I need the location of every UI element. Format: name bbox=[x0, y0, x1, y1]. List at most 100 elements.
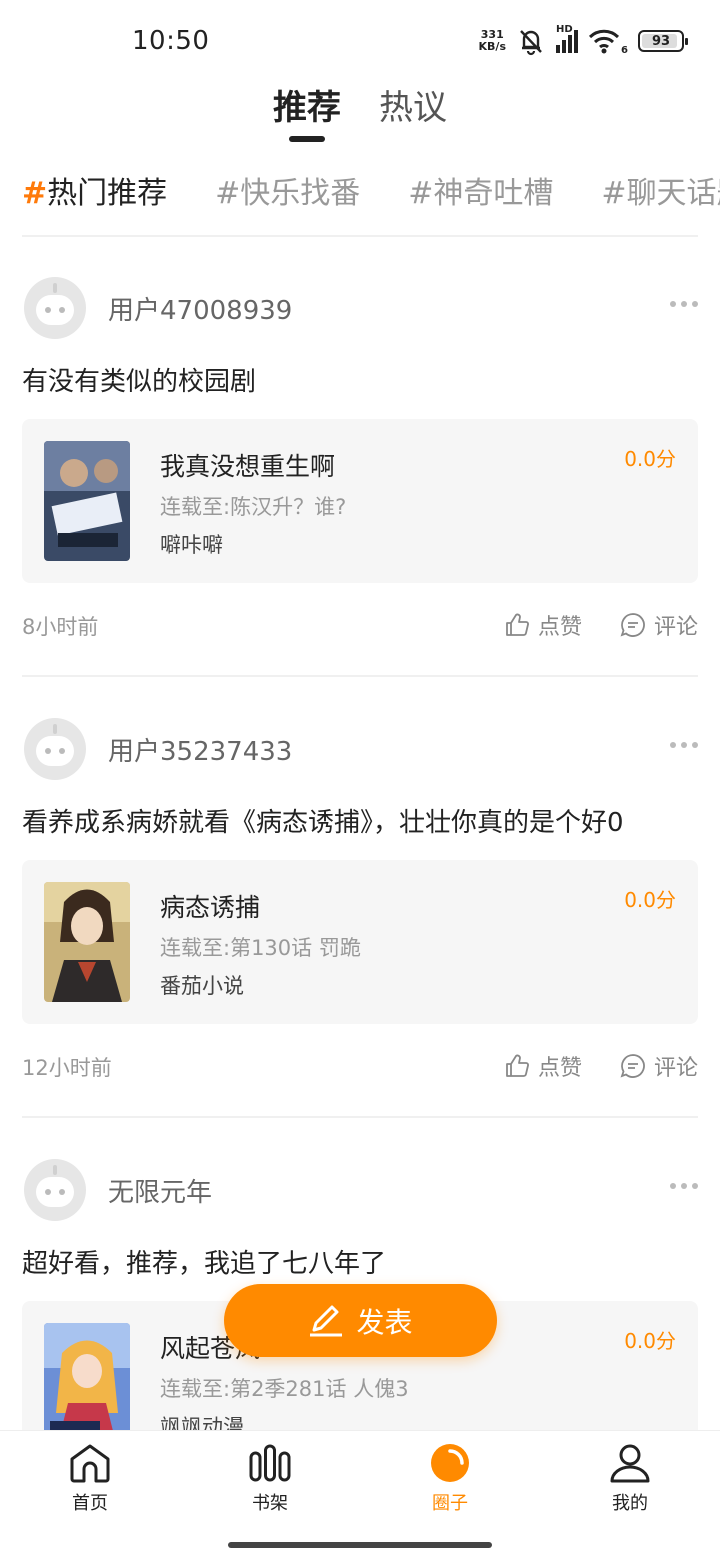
nav-profile[interactable]: 我的 bbox=[570, 1443, 690, 1515]
comment-icon bbox=[620, 613, 645, 637]
avatar[interactable] bbox=[24, 718, 86, 780]
topic-hot-recommend[interactable]: #热门推荐 bbox=[22, 168, 167, 218]
topic-label: 神奇吐槽 bbox=[433, 176, 554, 211]
post-feed[interactable]: 用户47008939 有没有类似的校园剧 我真没想重生啊 连载至:陈汉升？谁? … bbox=[0, 237, 720, 1430]
circle-icon bbox=[431, 1444, 469, 1482]
book-cover bbox=[44, 441, 130, 561]
avatar[interactable] bbox=[24, 1159, 86, 1221]
nav-circle-label: 圈子 bbox=[432, 1493, 468, 1514]
post-time: 12小时前 bbox=[22, 1056, 112, 1080]
divider bbox=[22, 1116, 698, 1118]
post-text: 有没有类似的校园剧 bbox=[22, 367, 257, 397]
book-cover bbox=[44, 882, 130, 1002]
avatar-face bbox=[36, 295, 74, 325]
more-options-icon[interactable] bbox=[670, 742, 698, 748]
avatar-face bbox=[36, 736, 74, 766]
hash-symbol: # bbox=[22, 176, 48, 211]
avatar-antenna bbox=[53, 283, 57, 293]
avatar-eye bbox=[45, 748, 51, 754]
topic-label: 热门推荐 bbox=[47, 176, 168, 211]
thumbs-up-icon bbox=[506, 613, 529, 636]
avatar-face bbox=[36, 1177, 74, 1207]
tab-recommend-label: 推荐 bbox=[273, 88, 341, 128]
comment-label: 评论 bbox=[653, 615, 698, 640]
post-footer: 8小时前 点赞 评论 bbox=[22, 611, 698, 641]
post-actions: 点赞 评论 bbox=[504, 1050, 698, 1082]
book-card[interactable]: 病态诱捕 连载至:第130话 罚跪 番茄小说 0.0分 bbox=[22, 860, 698, 1024]
comment-icon bbox=[620, 1054, 645, 1078]
status-time: 10:50 bbox=[132, 26, 210, 56]
topic-chat[interactable]: #聊天话题 bbox=[601, 168, 720, 218]
status-icons: 331 KB/s HD 6 93 bbox=[479, 24, 688, 56]
profile-icon bbox=[610, 1444, 650, 1483]
topic-label: 聊天话题 bbox=[626, 176, 720, 211]
comment-button[interactable]: 评论 bbox=[620, 609, 698, 641]
like-button[interactable]: 点赞 bbox=[504, 1050, 582, 1082]
top-tabs: 推荐 热议 bbox=[0, 78, 720, 148]
tab-hot-discussion-label: 热议 bbox=[379, 88, 447, 128]
book-source: 番茄小说 bbox=[160, 974, 244, 998]
wifi-level: 6 bbox=[621, 45, 628, 56]
nav-bookshelf-label: 书架 bbox=[252, 1493, 288, 1514]
bookshelf-icon bbox=[249, 1444, 291, 1482]
hash-symbol: # bbox=[408, 176, 434, 211]
like-label: 点赞 bbox=[537, 615, 582, 640]
comment-button[interactable]: 评论 bbox=[620, 1050, 698, 1082]
post-card[interactable]: 用户35237433 看养成系病娇就看《病态诱捕》，壮壮你真的是个好0 病态诱捕… bbox=[0, 678, 720, 1119]
wifi-icon: 6 bbox=[588, 28, 628, 56]
mute-bell-icon bbox=[520, 30, 542, 56]
post-author[interactable]: 用户47008939 bbox=[24, 277, 292, 339]
book-chapter: 连载至:第2季281话 人傀3 bbox=[160, 1377, 409, 1401]
post-author[interactable]: 无限元年 bbox=[24, 1159, 212, 1221]
book-source: 飒飒动漫 bbox=[160, 1415, 244, 1430]
cell-signal-icon: HD bbox=[556, 24, 578, 53]
post-footer: 12小时前 点赞 评论 bbox=[22, 1052, 698, 1082]
status-bar: 10:50 331 KB/s HD 6 93 bbox=[0, 0, 720, 80]
nav-home-label: 首页 bbox=[72, 1493, 108, 1514]
book-source: 噼咔噼 bbox=[160, 533, 223, 557]
post-author[interactable]: 用户35237433 bbox=[24, 718, 292, 780]
nav-bookshelf[interactable]: 书架 bbox=[210, 1443, 330, 1515]
tab-recommend[interactable]: 推荐 bbox=[273, 78, 341, 142]
book-score: 0.0分 bbox=[624, 1329, 676, 1353]
avatar-eye bbox=[59, 748, 65, 754]
book-score: 0.0分 bbox=[624, 447, 676, 471]
home-indicator[interactable] bbox=[228, 1542, 492, 1548]
avatar-eye bbox=[59, 307, 65, 313]
book-title: 我真没想重生啊 bbox=[160, 452, 336, 481]
book-cover bbox=[44, 1323, 130, 1430]
tab-hot-discussion[interactable]: 热议 bbox=[379, 78, 447, 129]
thumbs-up-icon bbox=[506, 1054, 529, 1077]
topic-find-anime[interactable]: #快乐找番 bbox=[215, 168, 360, 218]
more-options-icon[interactable] bbox=[670, 301, 698, 307]
author-name: 无限元年 bbox=[108, 1177, 213, 1208]
avatar[interactable] bbox=[24, 277, 86, 339]
book-title: 病态诱捕 bbox=[160, 893, 261, 922]
network-speed: 331 KB/s bbox=[479, 29, 506, 53]
topic-label: 快乐找番 bbox=[240, 176, 361, 211]
more-options-icon[interactable] bbox=[670, 1183, 698, 1189]
avatar-eye bbox=[45, 307, 51, 313]
nav-home[interactable]: 首页 bbox=[30, 1443, 150, 1515]
book-score: 0.0分 bbox=[624, 888, 676, 912]
book-chapter: 连载至:第130话 罚跪 bbox=[160, 936, 361, 960]
battery-indicator: 93 bbox=[638, 30, 688, 52]
topic-funny-rant[interactable]: #神奇吐槽 bbox=[408, 168, 553, 218]
post-card[interactable]: 用户47008939 有没有类似的校园剧 我真没想重生啊 连载至:陈汉升？谁? … bbox=[0, 237, 720, 678]
nav-circle[interactable]: 圈子 bbox=[390, 1443, 510, 1515]
author-name: 用户35237433 bbox=[108, 736, 293, 767]
publish-button[interactable]: 发表 bbox=[224, 1284, 497, 1357]
post-text: 超好看，推荐，我追了七八年了 bbox=[22, 1249, 387, 1279]
hash-symbol: # bbox=[601, 176, 627, 211]
hd-label: HD bbox=[556, 23, 573, 35]
like-button[interactable]: 点赞 bbox=[504, 609, 582, 641]
publish-label: 发表 bbox=[356, 1305, 413, 1339]
home-icon bbox=[70, 1444, 110, 1483]
hash-symbol: # bbox=[215, 176, 241, 211]
post-text: 看养成系病娇就看《病态诱捕》，壮壮你真的是个好0 bbox=[22, 808, 624, 838]
post-card[interactable]: 无限元年 超好看，推荐，我追了七八年了 风起苍岚 连载至:第2季281话 人傀3… bbox=[0, 1119, 720, 1430]
avatar-eye bbox=[45, 1189, 51, 1195]
pen-icon bbox=[310, 1305, 343, 1336]
book-card[interactable]: 我真没想重生啊 连载至:陈汉升？谁? 噼咔噼 0.0分 bbox=[22, 419, 698, 583]
like-label: 点赞 bbox=[537, 1056, 582, 1081]
